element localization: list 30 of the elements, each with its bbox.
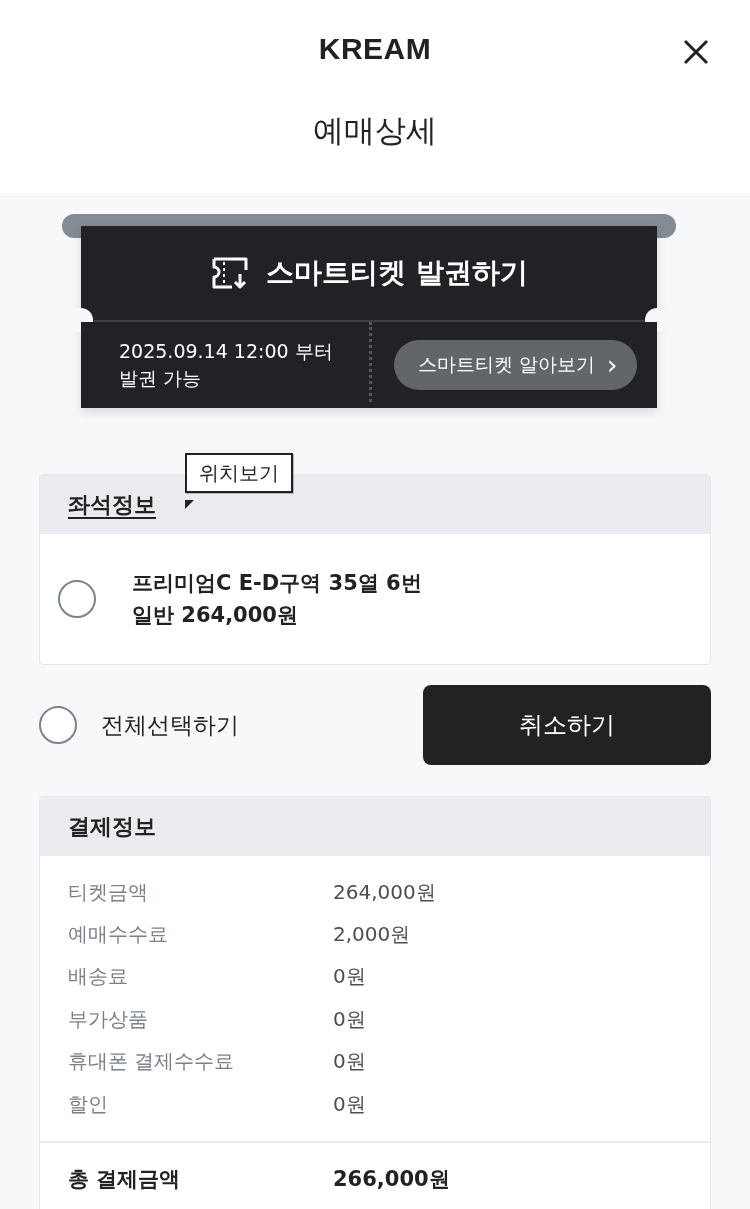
payment-label: 부가상품	[68, 1005, 149, 1033]
payment-label: 티켓금액	[68, 878, 149, 906]
cancel-button[interactable]: 취소하기	[423, 685, 711, 765]
payment-label: 휴대폰 결제수수료	[68, 1048, 236, 1076]
payment-value: 0원	[333, 1048, 367, 1076]
select-all-label: 전체선택하기	[101, 710, 239, 740]
ticket-title: 스마트티켓 발권하기	[266, 255, 528, 291]
ticket-download-icon	[210, 256, 251, 290]
payment-label: 할인	[68, 1090, 109, 1118]
issue-note: 2025.09.14 12:00 부터 발권 가능	[118, 339, 334, 391]
seat-radio[interactable]	[58, 580, 96, 618]
location-tooltip[interactable]: 위치보기	[185, 453, 293, 493]
seat-detail: 프리미엄C E-D구역 35열 6번 일반 264,000원	[132, 570, 422, 629]
brand-logo: KREAM	[318, 32, 432, 66]
payment-label: 예매수수료	[68, 921, 169, 949]
tooltip-tail	[185, 500, 194, 509]
payment-value: 0원	[333, 963, 367, 991]
section-title: 좌석정보	[68, 490, 156, 519]
payment-value: 264,000원	[333, 878, 437, 906]
select-all-radio[interactable]	[39, 706, 77, 744]
close-icon[interactable]	[682, 38, 710, 66]
section-title: 결제정보	[68, 812, 156, 841]
payment-value: 2,000원	[333, 921, 412, 949]
payment-label: 배송료	[68, 963, 129, 991]
total-label: 총 결제금액	[68, 1166, 182, 1194]
page-title: 예매상세	[313, 111, 437, 150]
smart-ticket-info-button[interactable]: 스마트티켓 알아보기 ›	[394, 340, 638, 390]
payment-value: 0원	[333, 1090, 367, 1118]
payment-value: 0원	[333, 1005, 367, 1033]
total-value: 266,000원	[333, 1166, 451, 1194]
